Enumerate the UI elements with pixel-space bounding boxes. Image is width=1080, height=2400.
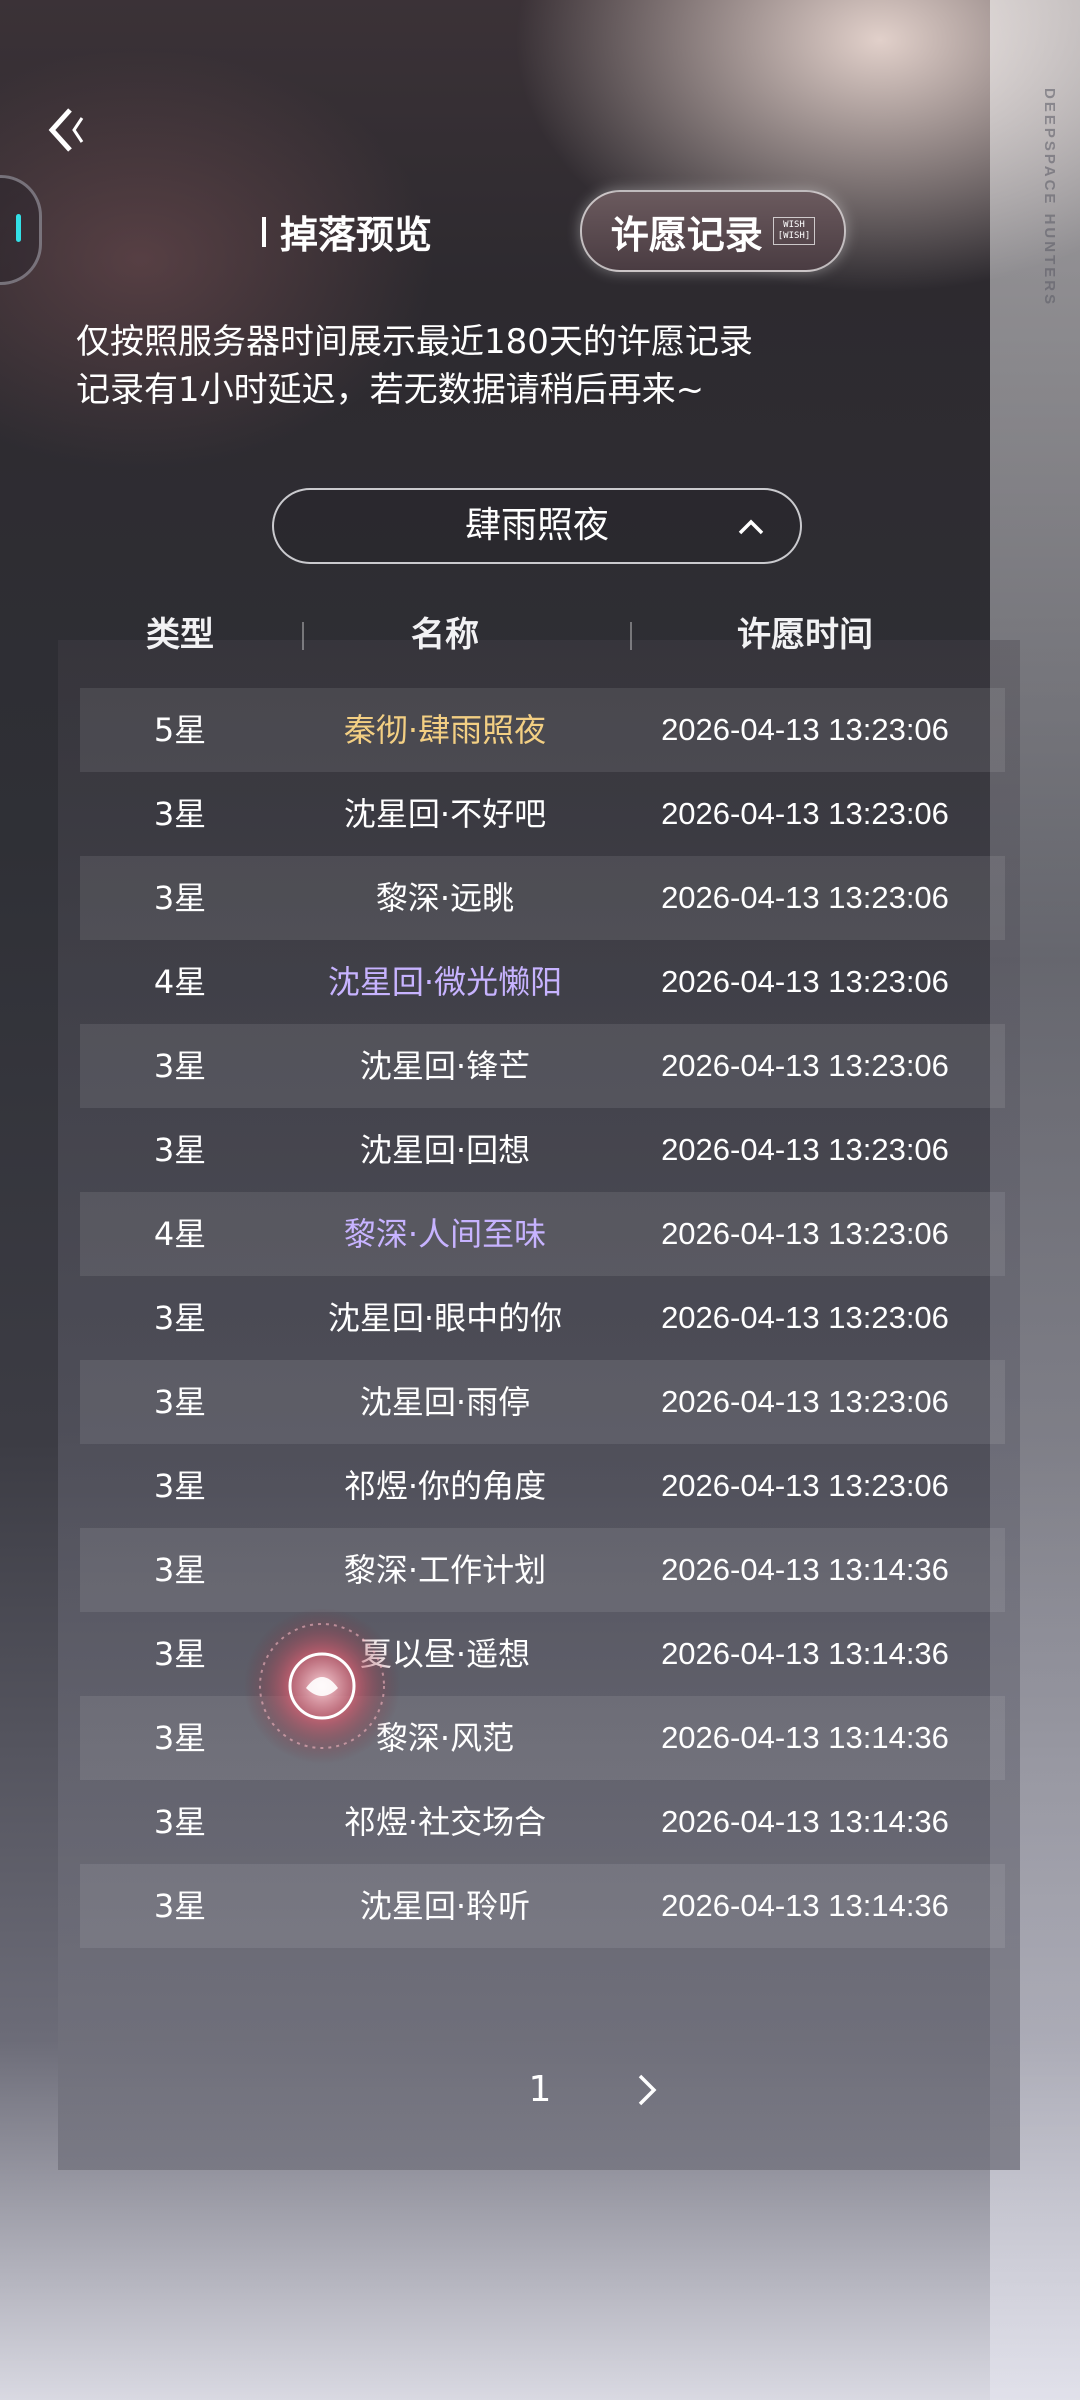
table-row: 4星 黎深·人间至味 2026-04-13 13:23:06 [80, 1192, 1005, 1276]
cell-type: 5星 [153, 711, 207, 749]
notice-line-1: 仅按照服务器时间展示最近180天的许愿记录 [76, 322, 753, 362]
cell-time: 2026-04-13 13:23:06 [661, 1216, 949, 1251]
column-type: 类型 [146, 615, 214, 655]
watermark-text: DEEPSPACE HUNTERS [1041, 88, 1058, 308]
column-name: 名称 [411, 615, 479, 655]
cell-time: 2026-04-13 13:23:06 [661, 712, 949, 747]
back-arrow-icon [48, 108, 84, 152]
cell-name: 祁煜·你的角度 [343, 1467, 547, 1505]
cell-time: 2026-04-13 13:23:06 [661, 1468, 949, 1503]
table-row: 3星 沈星回·不好吧 2026-04-13 13:23:06 [80, 772, 1005, 856]
table-row: 4星 沈星回·微光懒阳 2026-04-13 13:23:06 [80, 940, 1005, 1024]
cell-type: 3星 [153, 795, 207, 833]
cell-name: 沈星回·雨停 [359, 1383, 531, 1421]
cell-time: 2026-04-13 13:23:06 [661, 1132, 949, 1167]
table-row: 3星 沈星回·回想 2026-04-13 13:23:06 [80, 1108, 1005, 1192]
cell-type: 3星 [153, 1887, 207, 1925]
column-time: 许愿时间 [737, 615, 873, 655]
table-row: 5星 秦彻·肆雨照夜 2026-04-13 13:23:06 [80, 688, 1005, 772]
dropdown-selected: 肆雨照夜 [464, 505, 609, 546]
table-row: 3星 沈星回·雨停 2026-04-13 13:23:06 [80, 1360, 1005, 1444]
cell-time: 2026-04-13 13:14:36 [661, 1804, 949, 1839]
cell-time: 2026-04-13 13:23:06 [661, 1384, 949, 1419]
table-row: 3星 黎深·远眺 2026-04-13 13:23:06 [80, 856, 1005, 940]
page-number[interactable]: 1 [520, 2060, 560, 2120]
cell-type: 3星 [153, 879, 207, 917]
cell-name: 沈星回·聆听 [359, 1887, 531, 1925]
chevron-up-icon [738, 519, 764, 535]
cell-time: 2026-04-13 13:14:36 [661, 1636, 949, 1671]
notice-line-2: 记录有1小时延迟，若无数据请稍后再来~ [76, 370, 705, 410]
cell-type: 4星 [153, 963, 207, 1001]
table-row: 3星 祁煜·社交场合 2026-04-13 13:14:36 [80, 1780, 1005, 1864]
tab-wish-record[interactable]: 许愿记录 WISH [WISH] [580, 190, 846, 272]
cell-type: 3星 [153, 1131, 207, 1169]
cell-type: 3星 [153, 1383, 207, 1421]
chevron-right-icon[interactable] [632, 2072, 662, 2108]
cell-name: 沈星回·微光懒阳 [327, 963, 563, 1001]
cell-type: 3星 [153, 1467, 207, 1505]
cell-time: 2026-04-13 13:14:36 [661, 1888, 949, 1923]
back-button[interactable] [38, 100, 98, 160]
tab-tag: WISH [WISH] [772, 217, 816, 245]
tab-drop-preview[interactable]: 掉落预览 [262, 204, 432, 259]
cell-name: 沈星回·不好吧 [343, 795, 547, 833]
cell-type: 4星 [153, 1215, 207, 1253]
table-row: 3星 沈星回·锋芒 2026-04-13 13:23:06 [80, 1024, 1005, 1108]
cell-name: 沈星回·锋芒 [359, 1047, 531, 1085]
cell-time: 2026-04-13 13:23:06 [661, 1048, 949, 1083]
tab-label: 许愿记录 [610, 211, 763, 257]
table-row: 3星 沈星回·聆听 2026-04-13 13:14:36 [80, 1864, 1005, 1948]
side-indicator-icon [16, 214, 21, 242]
cell-time: 2026-04-13 13:23:06 [661, 796, 949, 831]
cell-time: 2026-04-13 13:23:06 [661, 880, 949, 915]
cell-name: 沈星回·眼中的你 [327, 1299, 563, 1337]
table-row: 3星 祁煜·你的角度 2026-04-13 13:23:06 [80, 1444, 1005, 1528]
cell-time: 2026-04-13 13:23:06 [661, 1300, 949, 1335]
cell-type: 3星 [153, 1299, 207, 1337]
cell-name: 秦彻·肆雨照夜 [343, 711, 547, 749]
pagination: 1 [0, 2060, 1080, 2120]
table-row: 3星 黎深·工作计划 2026-04-13 13:14:36 [80, 1528, 1005, 1612]
cell-name: 黎深·远眺 [375, 879, 515, 917]
cell-name: 祁煜·社交场合 [343, 1803, 547, 1841]
cell-time: 2026-04-13 13:14:36 [661, 1552, 949, 1587]
cell-time: 2026-04-13 13:23:06 [661, 964, 949, 999]
tab-divider [262, 216, 266, 247]
table-row: 3星 夏以昼·遥想 2026-04-13 13:14:36 [80, 1612, 1005, 1696]
banner-filter-dropdown[interactable]: 肆雨照夜 [272, 488, 802, 564]
cell-type: 3星 [153, 1803, 207, 1841]
table-row: 3星 沈星回·眼中的你 2026-04-13 13:23:06 [80, 1276, 1005, 1360]
cell-time: 2026-04-13 13:14:36 [661, 1720, 949, 1755]
cell-name: 黎深·人间至味 [343, 1215, 547, 1253]
table-header: 类型 名称 许愿时间 [80, 600, 1000, 670]
wish-record-table: 5星 秦彻·肆雨照夜 2026-04-13 13:23:06 3星 沈星回·不好吧 202… [80, 688, 1005, 1948]
notice-text: 仅按照服务器时间展示最近180天的许愿记录 记录有1小时延迟，若无数据请稍后再来… [76, 318, 753, 414]
cell-type: 3星 [153, 1047, 207, 1085]
tab-label: 掉落预览 [280, 212, 433, 257]
side-menu-handle[interactable] [0, 175, 42, 285]
floating-effect-icon [232, 1596, 412, 1776]
table-row: 3星 黎深·风范 2026-04-13 13:14:36 [80, 1696, 1005, 1780]
cell-name: 沈星回·回想 [359, 1131, 531, 1169]
